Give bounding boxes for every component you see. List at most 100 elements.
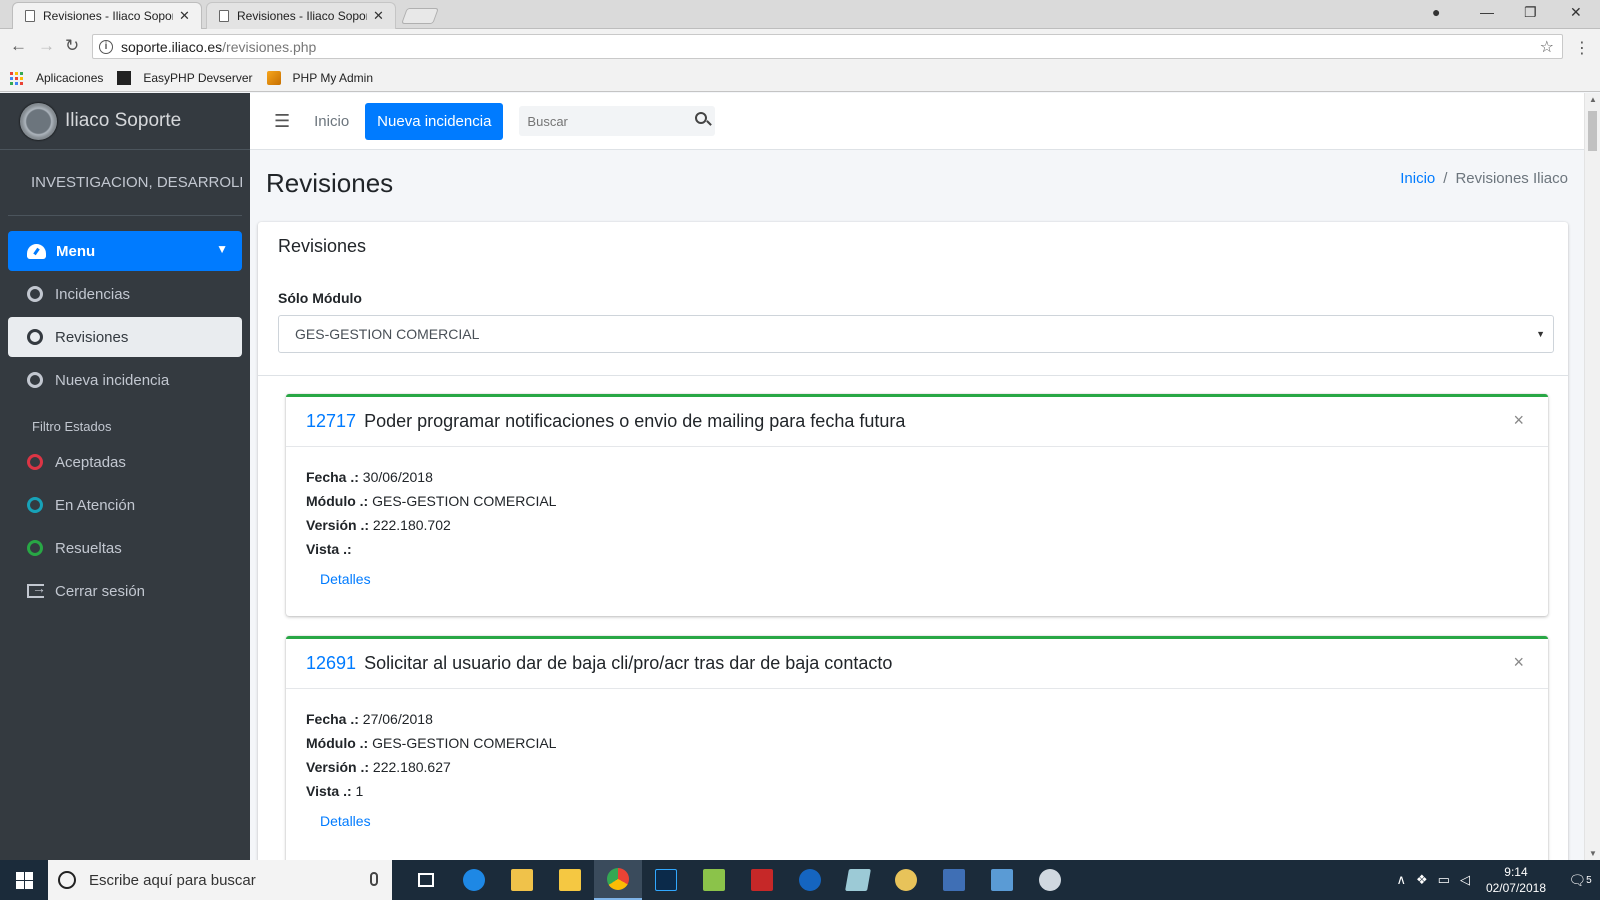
- sheet-app-button[interactable]: [690, 860, 738, 900]
- sidebar-item-menu[interactable]: Menu ▼: [8, 231, 242, 271]
- teamviewer-button[interactable]: [786, 860, 834, 900]
- module-select-value: GES-GESTION COMERCIAL: [295, 326, 480, 342]
- dropbox-icon[interactable]: ❖: [1416, 872, 1428, 888]
- bookmark-star-icon[interactable]: ☆: [1540, 37, 1554, 57]
- action-center-button[interactable]: 🗨 5: [1560, 860, 1600, 900]
- filter-header: Filtro Estados: [32, 419, 112, 434]
- scroll-down-icon[interactable]: ▼: [1589, 849, 1597, 858]
- taskbar-search-placeholder: Escribe aquí para buscar: [89, 871, 256, 889]
- browser-tab[interactable]: Revisiones - Iliaco Soporte ✕: [206, 2, 396, 29]
- notification-count: 5: [1586, 874, 1592, 886]
- reload-icon[interactable]: ↻: [65, 36, 79, 56]
- info-icon[interactable]: i: [99, 39, 113, 54]
- phpmyadmin-icon: [266, 71, 281, 85]
- mail-app-button[interactable]: [498, 860, 546, 900]
- microphone-icon[interactable]: [370, 872, 378, 886]
- profile-icon[interactable]: ●: [1432, 4, 1440, 20]
- app-button[interactable]: [882, 860, 930, 900]
- revision-view-row: Vista .: 1: [306, 779, 1528, 803]
- details-link[interactable]: Detalles: [320, 809, 371, 833]
- sidebar-item-revisiones[interactable]: Revisiones: [8, 317, 242, 357]
- sidebar-item-logout[interactable]: Cerrar sesión: [8, 571, 242, 611]
- details-link[interactable]: Detalles: [320, 567, 371, 591]
- search-icon[interactable]: [695, 112, 708, 124]
- search-input[interactable]: [527, 113, 678, 129]
- sidebar-item-nueva-incidencia[interactable]: Nueva incidencia: [8, 360, 242, 400]
- close-icon[interactable]: ×: [1513, 410, 1524, 431]
- tab-close-icon[interactable]: ✕: [373, 8, 384, 24]
- app-icon: [895, 869, 917, 891]
- scrollbar-thumb[interactable]: [1588, 111, 1597, 151]
- network-status-icon[interactable]: ▭: [1438, 872, 1450, 888]
- network-app-button[interactable]: [930, 860, 978, 900]
- circle-icon: [27, 372, 43, 388]
- tab-close-icon[interactable]: ✕: [179, 8, 190, 24]
- taskbar-apps: [402, 860, 1074, 900]
- filezilla-button[interactable]: [738, 860, 786, 900]
- window-close-icon[interactable]: ✕: [1570, 4, 1582, 21]
- sidebar-nav: Menu ▼ Incidencias Revisiones Nueva inci…: [0, 231, 250, 611]
- minimize-icon[interactable]: —: [1480, 4, 1494, 20]
- clock[interactable]: 9:14 02/07/2018: [1486, 864, 1546, 896]
- bookmark-label: PHP My Admin: [292, 71, 374, 85]
- bookmark-easyphp[interactable]: EasyPHP Devserver: [117, 71, 253, 85]
- screen-app-button[interactable]: [978, 860, 1026, 900]
- scroll-up-icon[interactable]: ▲: [1589, 95, 1597, 104]
- field-label: Vista .:: [306, 541, 352, 557]
- divider: [258, 375, 1568, 376]
- paint-app-button[interactable]: [1026, 860, 1074, 900]
- spreadsheet-icon: [703, 869, 725, 891]
- sidebar-item-resueltas[interactable]: Resueltas: [8, 528, 242, 568]
- sidebar-item-aceptadas[interactable]: Aceptadas: [8, 442, 242, 482]
- hamburger-icon[interactable]: ☰: [274, 111, 290, 132]
- sidebar-item-incidencias[interactable]: Incidencias: [8, 274, 242, 314]
- revision-id-link[interactable]: 12717: [306, 411, 356, 432]
- edge-button[interactable]: [450, 860, 498, 900]
- taskbar-search[interactable]: Escribe aquí para buscar: [48, 860, 392, 900]
- brand-link[interactable]: Iliaco Soporte: [0, 93, 250, 150]
- explorer-button[interactable]: [546, 860, 594, 900]
- volume-icon[interactable]: ◁: [1460, 872, 1470, 888]
- browser-tab-active[interactable]: Revisiones - Iliaco Soporte ✕: [12, 2, 202, 29]
- start-button[interactable]: [0, 860, 48, 900]
- taskbar: Escribe aquí para buscar ∧ ❖ ▭ ◁ 9:14 02…: [0, 860, 1600, 900]
- filezilla-icon: [751, 869, 773, 891]
- back-icon[interactable]: ←: [10, 36, 27, 56]
- forward-icon[interactable]: →: [38, 36, 55, 56]
- restore-icon[interactable]: ❐: [1524, 4, 1537, 21]
- notes-icon: [845, 869, 871, 891]
- notification-icon: 🗨: [1568, 871, 1587, 888]
- bookmark-apps[interactable]: Aplicaciones: [10, 71, 103, 85]
- revision-body: Fecha .: 30/06/2018 Módulo .: GES-GESTIO…: [286, 447, 1548, 591]
- user-name[interactable]: INVESTIGACION, DESARROLLO Y: [8, 150, 242, 216]
- new-incident-button[interactable]: Nueva incidencia: [365, 102, 504, 140]
- module-select[interactable]: GES-GESTION COMERCIAL ▼: [278, 315, 1554, 353]
- nav-link-inicio[interactable]: Inicio: [314, 113, 349, 130]
- page-scrollbar[interactable]: ▲ ▼: [1584, 93, 1600, 860]
- bookmark-phpmyadmin[interactable]: PHP My Admin: [266, 71, 374, 85]
- chevron-up-icon[interactable]: ∧: [1396, 872, 1406, 888]
- breadcrumb-home-link[interactable]: Inicio: [1400, 170, 1435, 187]
- revision-view-row: Vista .:: [306, 537, 1528, 561]
- sidebar-item-label: En Atención: [55, 496, 136, 514]
- new-tab-button[interactable]: [401, 8, 439, 24]
- circle-icon: [27, 286, 43, 302]
- chrome-button[interactable]: [594, 860, 642, 900]
- notes-app-button[interactable]: [834, 860, 882, 900]
- task-view-icon: [418, 873, 434, 887]
- revision-id-link[interactable]: 12691: [306, 653, 356, 674]
- address-bar[interactable]: i soporte.iliaco.es/revisiones.php ☆: [92, 34, 1563, 59]
- field-label: Fecha .:: [306, 469, 359, 485]
- task-view-button[interactable]: [402, 860, 450, 900]
- screen-icon: [991, 869, 1013, 891]
- page-icon: [219, 10, 229, 22]
- breadcrumb-separator: /: [1443, 170, 1448, 187]
- sidebar-item-en-atencion[interactable]: En Atención: [8, 485, 242, 525]
- paint-icon: [1039, 869, 1061, 891]
- revision-card: 12717 Poder programar notificaciones o e…: [286, 394, 1548, 616]
- photoshop-button[interactable]: [642, 860, 690, 900]
- close-icon[interactable]: ×: [1513, 652, 1524, 673]
- revision-date: 30/06/2018: [362, 469, 433, 485]
- breadcrumb: Inicio / Revisiones Iliaco: [1400, 170, 1568, 187]
- chrome-menu-icon[interactable]: ⋮: [1574, 38, 1590, 58]
